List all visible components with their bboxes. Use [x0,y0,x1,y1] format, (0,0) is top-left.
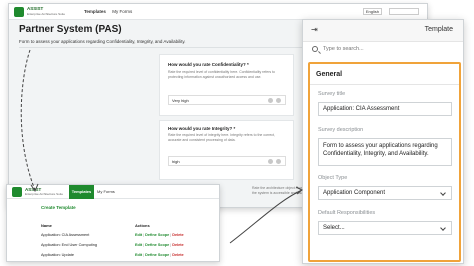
arrow-head [30,183,39,193]
connector-arrows [20,49,303,244]
arrow-to-templates [20,49,36,191]
arrow-to-panel [229,189,303,244]
